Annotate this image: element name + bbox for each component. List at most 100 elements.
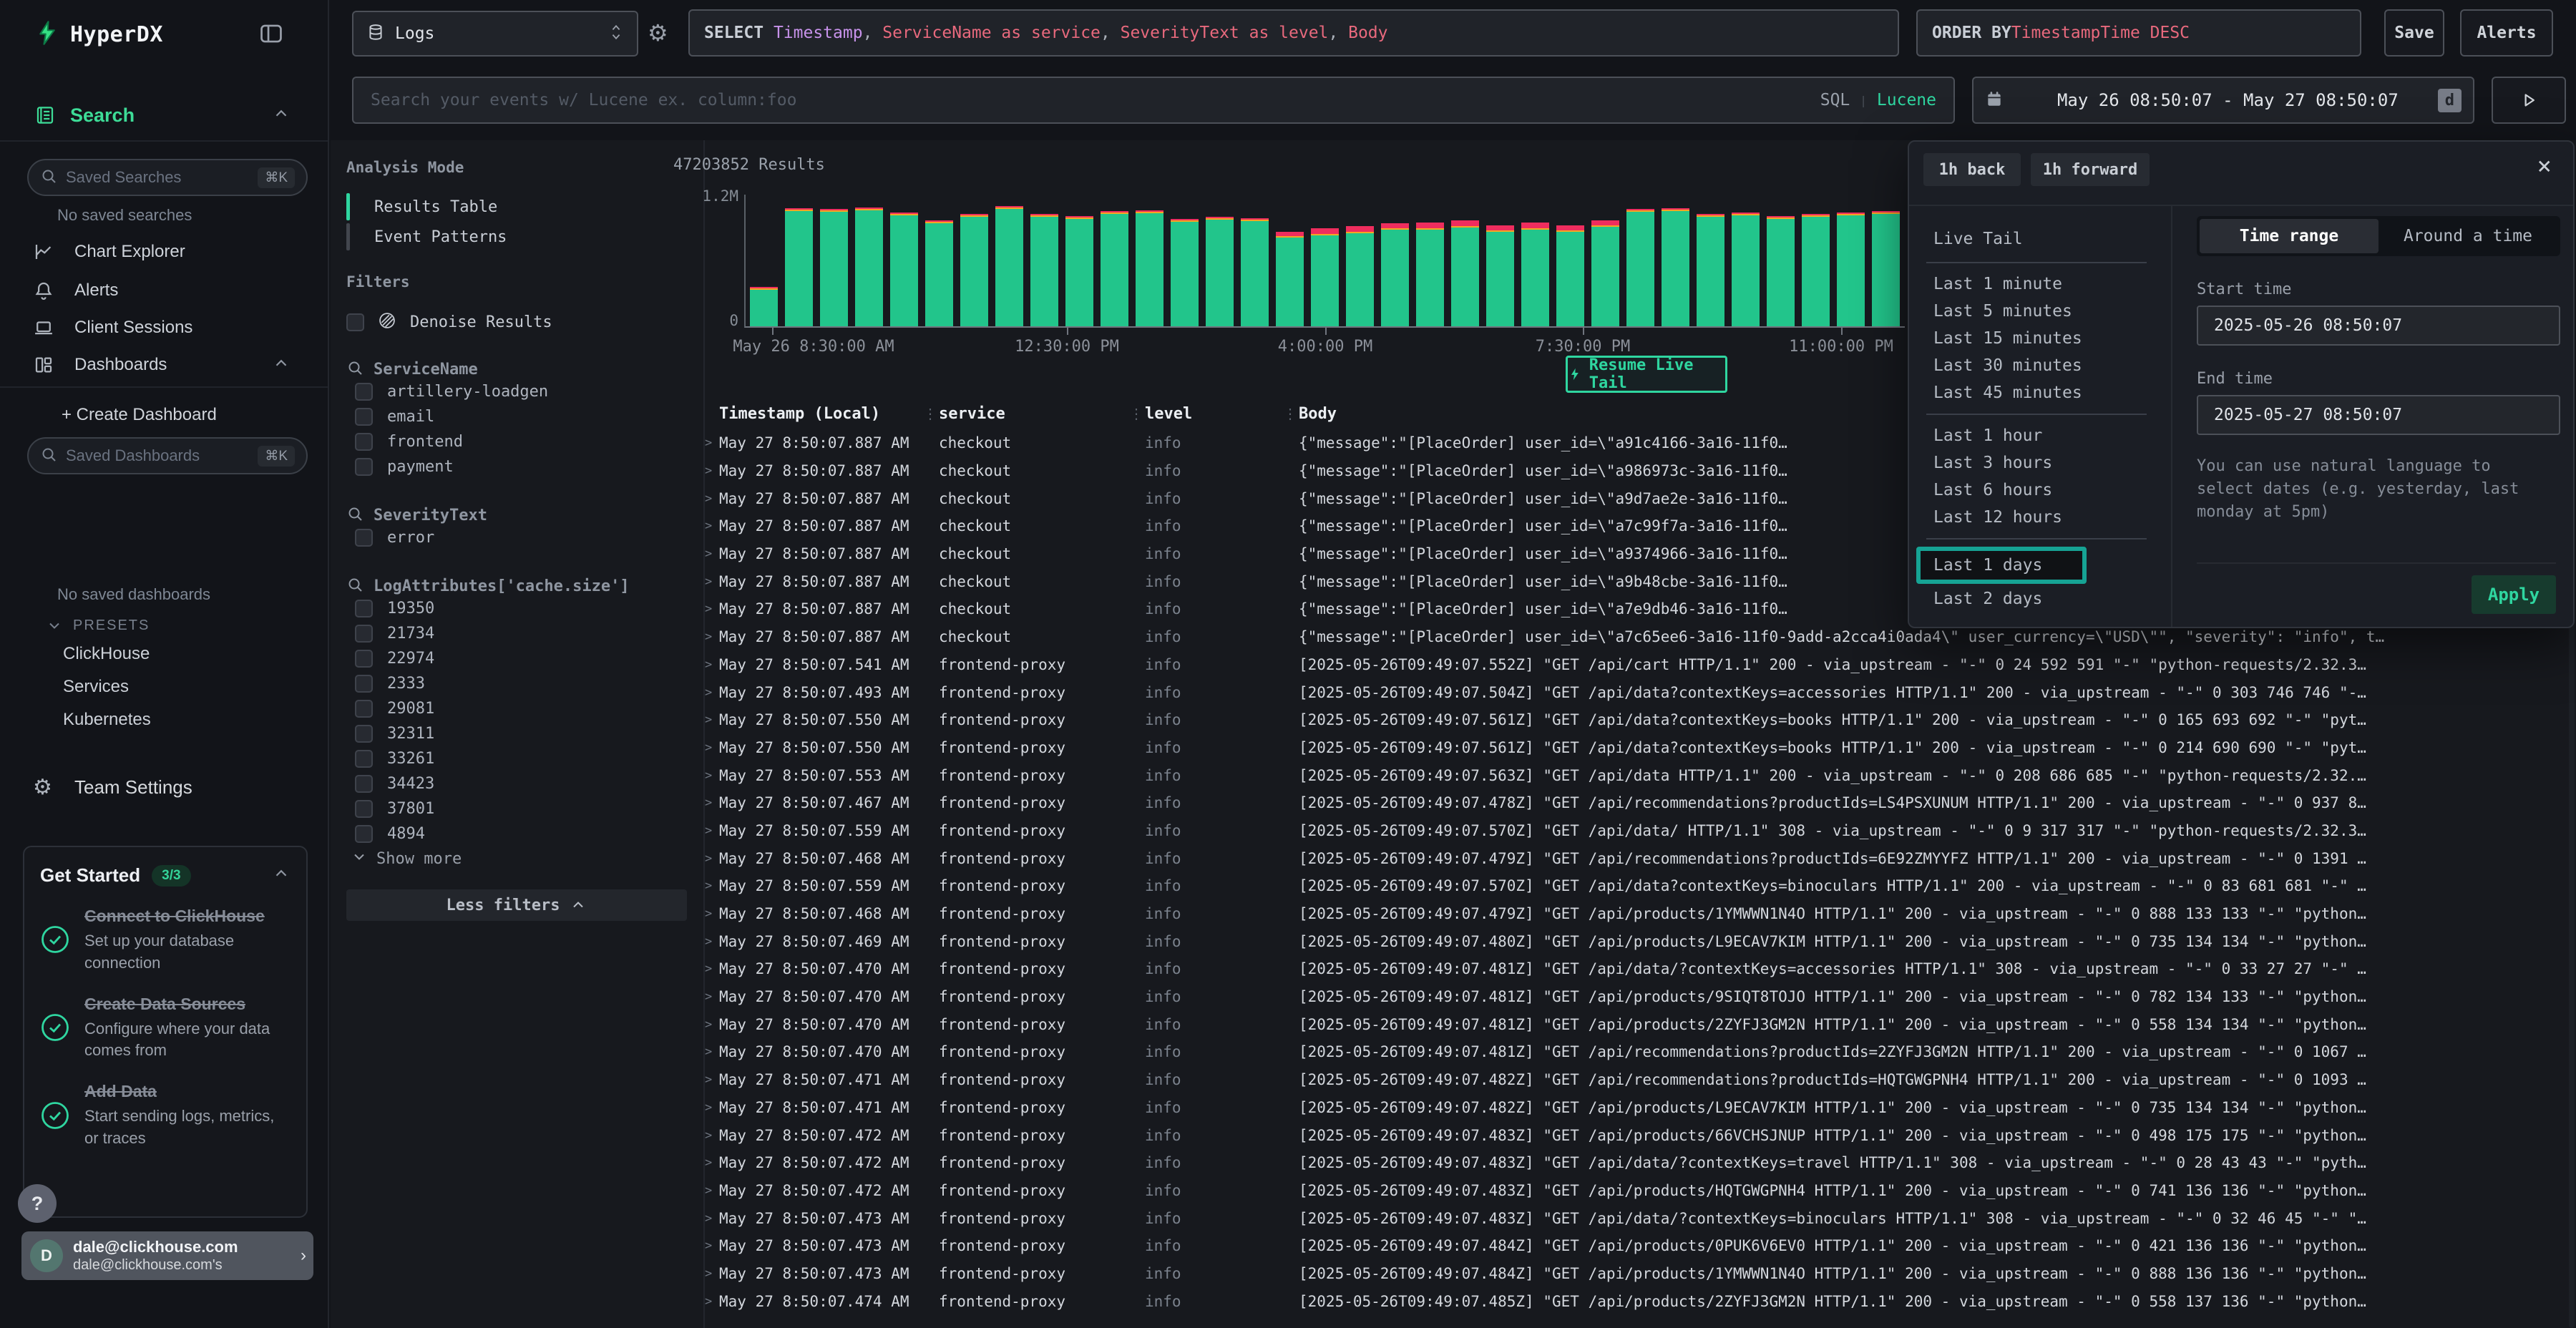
time-preset-last-15-minutes[interactable]: Last 15 minutes xyxy=(1909,325,2171,352)
histogram-bar[interactable] xyxy=(1311,228,1339,326)
time-preset-last-5-minutes[interactable]: Last 5 minutes xyxy=(1909,298,2171,325)
table-row[interactable]: >May 27 8:50:07.553 AMfrontend-proxyinfo… xyxy=(705,761,2569,789)
table-row[interactable]: >May 27 8:50:07.550 AMfrontend-proxyinfo… xyxy=(705,734,2569,762)
table-row[interactable]: >May 27 8:50:07.473 AMfrontend-proxyinfo… xyxy=(705,1204,2569,1232)
table-row[interactable]: >May 27 8:50:07.473 AMfrontend-proxyinfo… xyxy=(705,1232,2569,1260)
tab-around-a-time[interactable]: Around a time xyxy=(2379,219,2557,253)
shift-1h-forward-button[interactable]: 1h forward xyxy=(2031,153,2150,186)
table-row[interactable]: >May 27 8:50:07.541 AMfrontend-proxyinfo… xyxy=(705,651,2569,679)
sidebar-item-kubernetes[interactable]: Kubernetes xyxy=(63,710,151,730)
histogram-bar[interactable] xyxy=(995,206,1023,326)
histogram-bar[interactable] xyxy=(1521,223,1549,326)
sidebar-item-chart-explorer[interactable]: Chart Explorer xyxy=(0,232,328,272)
histogram-bar[interactable] xyxy=(1171,219,1199,326)
row-expand-icon[interactable]: > xyxy=(705,1156,719,1170)
histogram-bar[interactable] xyxy=(1591,220,1619,326)
histogram-bar[interactable] xyxy=(1697,214,1724,326)
time-preset-live-tail[interactable]: Live Tail xyxy=(1909,223,2171,255)
row-expand-icon[interactable]: > xyxy=(705,519,719,533)
row-expand-icon[interactable]: > xyxy=(705,879,719,893)
filter-value-row[interactable]: 22974 xyxy=(355,646,703,671)
row-expand-icon[interactable]: > xyxy=(705,990,719,1004)
run-query-button[interactable] xyxy=(2492,77,2566,124)
histogram-bar[interactable] xyxy=(1451,220,1479,326)
checkbox[interactable] xyxy=(355,600,373,617)
table-row[interactable]: >May 27 8:50:07.472 AMfrontend-proxyinfo… xyxy=(705,1121,2569,1149)
row-expand-icon[interactable]: > xyxy=(705,741,719,755)
time-preset-last-1-minute[interactable]: Last 1 minute xyxy=(1909,270,2171,298)
histogram-bar[interactable] xyxy=(785,208,813,327)
histogram-bar[interactable] xyxy=(855,208,883,326)
saved-dashboards-input[interactable]: Saved Dashboards ⌘K xyxy=(27,437,308,474)
analysis-mode-event-patterns[interactable]: Event Patterns xyxy=(346,222,703,252)
row-expand-icon[interactable]: > xyxy=(705,464,719,478)
filter-value-row[interactable]: frontend xyxy=(355,429,703,454)
filter-value-row[interactable]: 2333 xyxy=(355,671,703,696)
table-row[interactable]: >May 27 8:50:07.472 AMfrontend-proxyinfo… xyxy=(705,1177,2569,1205)
get-started-item[interactable]: Connect to ClickHouseSet up your databas… xyxy=(40,905,291,975)
column-resize-handle[interactable]: ⋮ xyxy=(1283,405,1299,422)
histogram-bar[interactable] xyxy=(820,209,848,326)
table-row[interactable]: >May 27 8:50:07.559 AMfrontend-proxyinfo… xyxy=(705,872,2569,900)
lucene-search-input[interactable]: Search your events w/ Lucene ex. column:… xyxy=(352,77,1955,124)
histogram-bar[interactable] xyxy=(1767,216,1795,326)
table-row[interactable]: >May 27 8:50:07.471 AMfrontend-proxyinfo… xyxy=(705,1094,2569,1122)
row-expand-icon[interactable]: > xyxy=(705,1045,719,1059)
time-preset-last-12-hours[interactable]: Last 12 hours xyxy=(1909,504,2171,531)
chevron-up-icon[interactable] xyxy=(272,354,291,376)
apply-button[interactable]: Apply xyxy=(2472,575,2556,614)
row-expand-icon[interactable]: > xyxy=(705,1017,719,1032)
histogram-bar[interactable] xyxy=(1662,208,1689,326)
histogram-bar[interactable] xyxy=(1556,225,1584,326)
row-expand-icon[interactable]: > xyxy=(705,907,719,921)
sidebar-item-team-settings[interactable]: ⚙ Team Settings xyxy=(0,767,328,807)
column-header-service[interactable]: service xyxy=(939,405,1129,423)
histogram-bar[interactable] xyxy=(1206,217,1234,326)
table-row[interactable]: >May 27 8:50:07.470 AMfrontend-proxyinfo… xyxy=(705,1010,2569,1038)
shift-1h-back-button[interactable]: 1h back xyxy=(1923,153,2021,186)
sidebar-item-clickhouse[interactable]: ClickHouse xyxy=(63,644,150,664)
source-settings-gear-icon[interactable]: ⚙ xyxy=(648,19,668,47)
language-toggle-lucene[interactable]: Lucene xyxy=(1877,91,1936,109)
sidebar-item-search[interactable]: Search xyxy=(0,92,328,139)
histogram-bar[interactable] xyxy=(925,220,953,326)
histogram-bar[interactable] xyxy=(1030,214,1058,326)
get-started-item[interactable]: Create Data SourcesConfigure where your … xyxy=(40,993,291,1063)
order-by-input[interactable]: ORDER BY TimestampTime DESC xyxy=(1916,9,2361,57)
tab-time-range[interactable]: Time range xyxy=(2200,219,2379,253)
filter-value-row[interactable]: payment xyxy=(355,454,703,479)
time-preset-last-45-minutes[interactable]: Last 45 minutes xyxy=(1909,379,2171,406)
histogram-bar[interactable] xyxy=(1732,213,1760,326)
resume-live-tail-button[interactable]: Resume Live Tail xyxy=(1566,356,1727,393)
chevron-up-icon[interactable] xyxy=(272,864,291,887)
less-filters-button[interactable]: Less filters xyxy=(346,889,687,921)
filter-value-row[interactable]: 21734 xyxy=(355,621,703,646)
help-button[interactable]: ? xyxy=(18,1184,57,1223)
time-preset-last-1-days[interactable]: Last 1 days xyxy=(1921,556,2042,575)
histogram-bar[interactable] xyxy=(960,214,988,326)
checkbox[interactable] xyxy=(355,433,373,451)
saved-searches-input[interactable]: Saved Searches ⌘K xyxy=(27,159,308,196)
row-expand-icon[interactable]: > xyxy=(705,1294,719,1309)
filter-group-header[interactable]: SeverityText xyxy=(346,505,703,525)
alerts-button[interactable]: Alerts xyxy=(2460,9,2553,57)
histogram-bar[interactable] xyxy=(1626,209,1654,326)
sidebar-item-client-sessions[interactable]: Client Sessions xyxy=(0,308,328,348)
row-expand-icon[interactable]: > xyxy=(705,768,719,783)
filter-value-row[interactable]: 29081 xyxy=(355,696,703,721)
sidebar-item-dashboards[interactable]: Dashboards xyxy=(0,345,328,385)
column-resize-handle[interactable]: ⋮ xyxy=(1129,405,1145,422)
analysis-mode-results-table[interactable]: Results Table xyxy=(346,192,703,222)
row-expand-icon[interactable]: > xyxy=(705,685,719,700)
table-row[interactable]: >May 27 8:50:07.471 AMfrontend-proxyinfo… xyxy=(705,1066,2569,1094)
start-time-input[interactable]: 2025-05-26 08:50:07 xyxy=(2197,306,2560,346)
filter-value-row[interactable]: 34423 xyxy=(355,771,703,796)
histogram-bar[interactable] xyxy=(1872,211,1900,326)
row-expand-icon[interactable]: > xyxy=(705,1239,719,1253)
histogram-bar[interactable] xyxy=(1381,223,1409,326)
row-expand-icon[interactable]: > xyxy=(705,1183,719,1198)
checkbox[interactable] xyxy=(355,383,373,401)
filter-value-row[interactable]: 32311 xyxy=(355,721,703,746)
histogram-bar[interactable] xyxy=(1837,213,1865,326)
histogram-bar[interactable] xyxy=(1802,214,1830,326)
